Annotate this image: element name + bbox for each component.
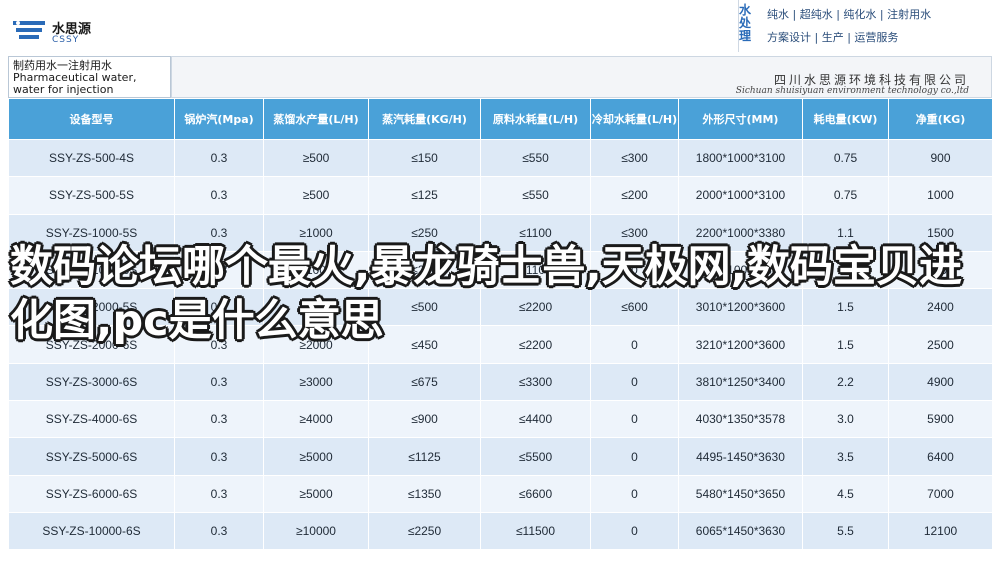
table-cell: 3.0 — [802, 400, 889, 439]
brand-logo[interactable]: 水思源 CSSY — [12, 14, 112, 50]
column-header: 冷却水耗量(L/H) — [590, 98, 679, 140]
table-cell: 0.3 — [174, 400, 264, 439]
table-cell: ≤1125 — [368, 437, 481, 476]
table-cell: 5900 — [888, 400, 993, 439]
table-cell: ≥500 — [263, 176, 369, 215]
table-row: SSY-ZS-3000-6S 0.3 ≥3000 ≤675 ≤3300 0 3810*125… — [8, 362, 993, 402]
table-cell: ≤4400 — [480, 400, 591, 439]
table-cell: ≤5500 — [480, 437, 591, 476]
table-cell: 0 — [590, 362, 679, 402]
table-cell: 3.5 — [802, 437, 889, 476]
column-header: 蒸汽耗量(KG/H) — [368, 98, 481, 140]
table-cell: ≤3300 — [480, 362, 591, 402]
table-cell: ≤675 — [368, 362, 481, 402]
table-cell: 4.5 — [802, 474, 889, 513]
brand-name-en: CSSY — [52, 35, 80, 45]
table-cell: ≥3000 — [263, 362, 369, 402]
table-cell: ≥4000 — [263, 400, 369, 439]
column-header: 净重(KG) — [888, 98, 993, 140]
column-header: 外形尺寸(MM) — [678, 98, 803, 140]
model-cell: SSY-ZS-500-5S — [8, 176, 175, 215]
table-cell: 0.3 — [174, 138, 264, 178]
table-cell: 0 — [590, 474, 679, 513]
table-cell: 1800*1000*3100 — [678, 138, 803, 178]
company-banner: 四川水思源环境科技有限公司 Sichuan shuisiyuan environ… — [171, 56, 992, 98]
table-cell: 900 — [888, 138, 993, 178]
table-cell: ≤11500 — [480, 511, 591, 551]
table-header-row: 设备型号 锅炉汽(Mpa) 蒸馏水产量(L/H) 蒸汽耗量(KG/H) 原料水耗… — [8, 98, 993, 140]
service-brand-vertical: 水处理 — [739, 3, 752, 43]
table-cell: 0.3 — [174, 474, 264, 513]
table-cell: 2000*1000*3100 — [678, 176, 803, 215]
table-row: SSY-ZS-5000-6S 0.3 ≥5000 ≤1125 ≤5500 0 4495-14… — [8, 437, 993, 476]
water-drop-logo-icon — [13, 21, 45, 39]
table-cell: 0 — [590, 437, 679, 476]
table-cell: 12100 — [888, 511, 993, 551]
table-cell: ≤150 — [368, 138, 481, 178]
table-cell: 6065*1450*3630 — [678, 511, 803, 551]
table-cell: ≤200 — [590, 176, 679, 215]
table-row: SSY-ZS-10000-6S 0.3 ≥10000 ≤2250 ≤11500 0 6065… — [8, 511, 993, 551]
table-row: SSY-ZS-500-4S 0.3 ≥500 ≤150 ≤550 ≤300 1800*100… — [8, 138, 993, 178]
table-cell: 5480*1450*3650 — [678, 474, 803, 513]
table-cell: 5.5 — [802, 511, 889, 551]
table-cell: 1000 — [888, 176, 993, 215]
service-box: 水处理 纯水 | 超纯水 | 纯化水 | 注射用水 方案设计 | 生产 | 运营… — [738, 0, 1000, 52]
model-cell: SSY-ZS-5000-6S — [8, 437, 175, 476]
table-cell: 2.2 — [802, 362, 889, 402]
table-row: SSY-ZS-6000-6S 0.3 ≥5000 ≤1350 ≤6600 0 5480*14… — [8, 474, 993, 513]
table-cell: ≥5000 — [263, 437, 369, 476]
column-header: 耗电量(KW) — [802, 98, 889, 140]
table-cell: ≥5000 — [263, 474, 369, 513]
table-row: SSY-ZS-500-5S 0.3 ≥500 ≤125 ≤550 ≤200 2000*100… — [8, 176, 993, 215]
table-cell: ≥500 — [263, 138, 369, 178]
page-header: 水思源 CSSY 水处理 纯水 | 超纯水 | 纯化水 | 注射用水 方案设计 … — [0, 0, 1000, 55]
table-cell: 0.3 — [174, 511, 264, 551]
table-cell: ≤1350 — [368, 474, 481, 513]
table-cell: ≤2250 — [368, 511, 481, 551]
column-header: 设备型号 — [8, 98, 175, 140]
table-cell: 0.3 — [174, 176, 264, 215]
table-cell: 0 — [590, 511, 679, 551]
table-cell: 4030*1350*3578 — [678, 400, 803, 439]
table-cell: 3810*1250*3400 — [678, 362, 803, 402]
table-cell: 4495-1450*3630 — [678, 437, 803, 476]
model-cell: SSY-ZS-4000-6S — [8, 400, 175, 439]
model-cell: SSY-ZS-500-4S — [8, 138, 175, 178]
table-cell: 6400 — [888, 437, 993, 476]
table-cell: 7000 — [888, 474, 993, 513]
table-cell: 0.75 — [802, 138, 889, 178]
title-row: 制药用水一注射用水 Pharmaceutical water, water fo… — [8, 56, 992, 98]
column-header: 原料水耗量(L/H) — [480, 98, 591, 140]
table-cell: ≤900 — [368, 400, 481, 439]
table-cell: 0.75 — [802, 176, 889, 215]
table-cell: 0.3 — [174, 437, 264, 476]
product-title: 制药用水一注射用水 Pharmaceutical water, water fo… — [8, 56, 171, 98]
table-cell: ≤550 — [480, 138, 591, 178]
column-header: 蒸馏水产量(L/H) — [263, 98, 369, 140]
model-cell: SSY-ZS-3000-6S — [8, 362, 175, 402]
table-cell: 0 — [590, 400, 679, 439]
model-cell: SSY-ZS-6000-6S — [8, 474, 175, 513]
column-header: 锅炉汽(Mpa) — [174, 98, 264, 140]
service-line-products: 纯水 | 超纯水 | 纯化水 | 注射用水 — [767, 8, 932, 21]
service-line-capabilities: 方案设计 | 生产 | 运营服务 — [767, 31, 899, 44]
table-cell: ≤300 — [590, 138, 679, 178]
table-cell: ≤6600 — [480, 474, 591, 513]
table-cell: 0.3 — [174, 362, 264, 402]
table-cell: 4900 — [888, 362, 993, 402]
model-cell: SSY-ZS-10000-6S — [8, 511, 175, 551]
company-name-en: Sichuan shuisiyuan environment technolog… — [735, 86, 969, 96]
table-cell: ≥10000 — [263, 511, 369, 551]
table-cell: ≤550 — [480, 176, 591, 215]
overlay-title: 数码论坛哪个最火,暴龙骑士兽,天极网,数码宝贝进化图,pc是什么意思 — [10, 242, 963, 346]
table-cell: ≤125 — [368, 176, 481, 215]
table-row: SSY-ZS-4000-6S 0.3 ≥4000 ≤900 ≤4400 0 4030*135… — [8, 400, 993, 439]
